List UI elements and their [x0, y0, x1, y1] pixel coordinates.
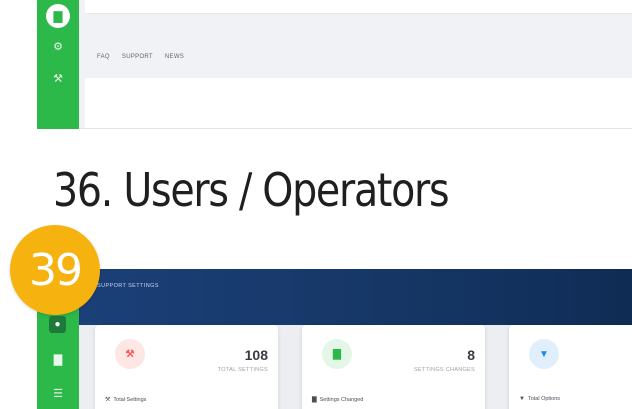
stat-card-settings-changed[interactable]: ▇ 8 SETTINGS CHANGES ▇ Settings Changed: [302, 325, 485, 409]
stat-card-total-settings[interactable]: ⚒ 108 TOTAL SETTINGS ⚒ Total Settings: [95, 325, 278, 409]
page: ▇ ⚙ ⚒ FAQ SUPPORT NEWS 36. Users / Opera…: [0, 0, 632, 409]
banner-title: SUPPORT SETTINGS: [97, 283, 159, 289]
filter-icon: ▼: [519, 396, 525, 402]
tools-icon: ⚒: [115, 339, 145, 369]
step-number: 39: [29, 244, 83, 296]
content-area: [85, 78, 632, 128]
header-banner: SUPPORT SETTINGS: [79, 269, 632, 325]
stat-subtitle: SETTINGS CHANGES: [413, 367, 475, 373]
tools-icon: ⚒: [105, 397, 111, 403]
stat-footer-label: Total Settings: [113, 397, 147, 403]
stat-subtitle: TOTAL SETTINGS: [217, 367, 268, 373]
section-heading: 36. Users / Operators: [53, 163, 450, 217]
sidebar-rail: ▇ ⚙ ⚒: [37, 0, 79, 129]
footer-nav: FAQ SUPPORT NEWS: [97, 54, 184, 60]
user-icon[interactable]: ●: [49, 316, 66, 333]
chart-icon[interactable]: ▇: [37, 353, 79, 366]
stat-footer: ⚒ Total Settings: [105, 396, 146, 403]
step-number-badge: 39: [10, 225, 100, 315]
bottom-screenshot: ● ▇ ☰ SUPPORT SETTINGS ⚒ 108 TOTAL SETTI…: [37, 269, 632, 409]
gear-icon[interactable]: ⚙: [37, 40, 79, 53]
stat-footer-label: Settings Changed: [319, 397, 364, 403]
nav-link-news[interactable]: NEWS: [165, 54, 184, 60]
filter-icon: ▼: [529, 339, 559, 369]
nav-link-faq[interactable]: FAQ: [97, 54, 110, 60]
stat-footer: ▇ Settings Changed: [312, 396, 363, 403]
menu-icon[interactable]: ☰: [37, 387, 79, 400]
chart-icon: ▇: [322, 339, 352, 369]
top-screenshot: ▇ ⚙ ⚒ FAQ SUPPORT NEWS: [37, 0, 632, 129]
stat-footer-label: Total Options: [527, 396, 561, 402]
nav-link-support[interactable]: SUPPORT: [122, 54, 153, 60]
stat-card-total-options[interactable]: ▼ ▼ Total Options: [509, 325, 632, 409]
chart-icon[interactable]: ▇: [46, 4, 70, 28]
top-bar: [85, 0, 632, 14]
chart-icon: ▇: [312, 397, 317, 403]
tools-icon[interactable]: ⚒: [37, 72, 79, 85]
stat-value: 108: [244, 347, 268, 363]
stat-value: 8: [467, 347, 475, 363]
stat-footer: ▼ Total Options: [519, 396, 560, 402]
